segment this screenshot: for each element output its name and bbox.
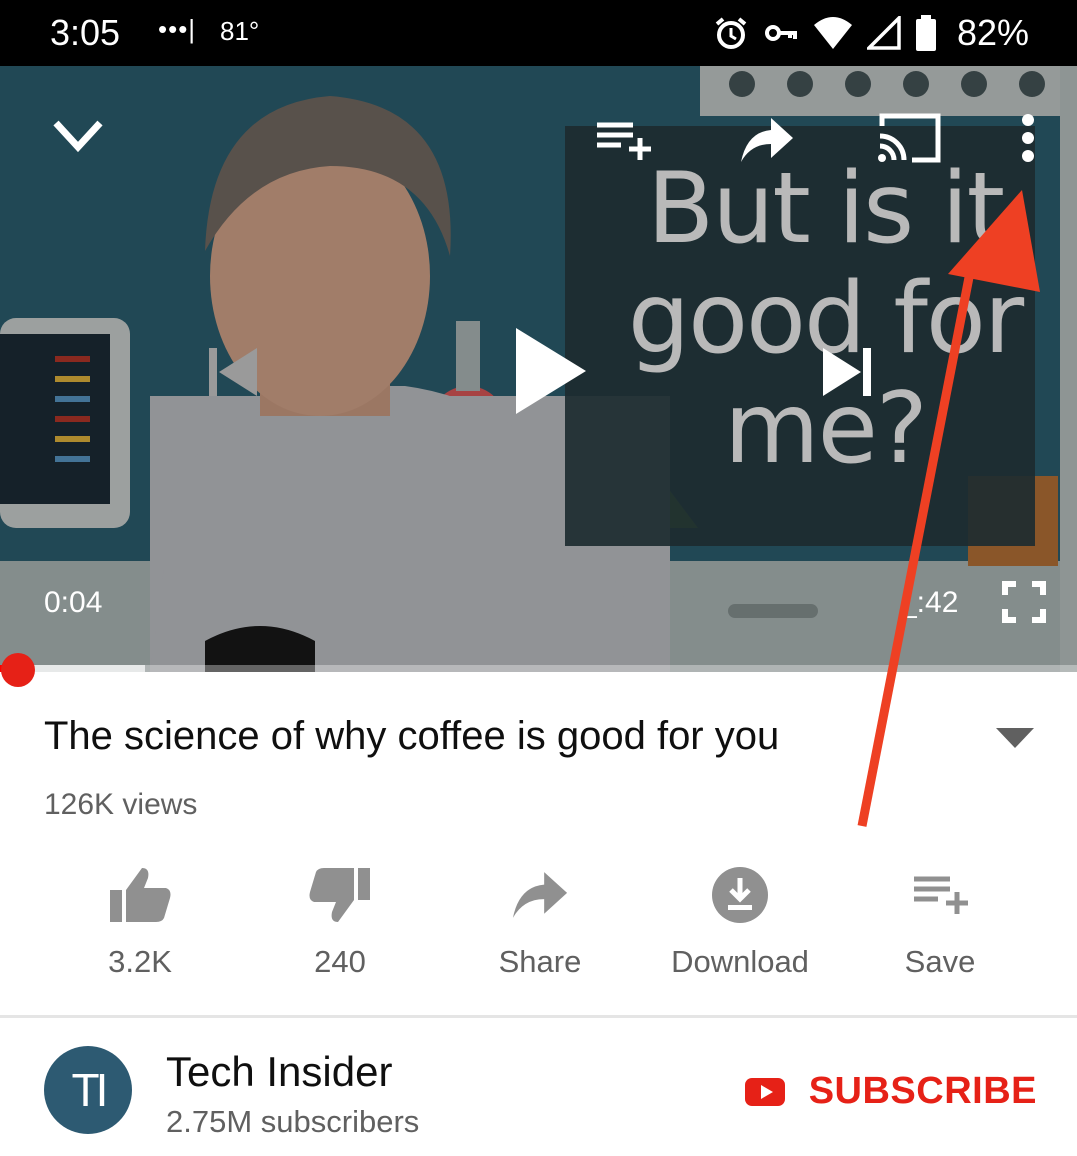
previous-button[interactable] [200, 341, 264, 403]
status-battery: 82% [956, 12, 1029, 53]
next-icon [823, 348, 871, 396]
download-label: Download [671, 944, 809, 979]
progress-scrubber[interactable] [1, 653, 35, 687]
video-player[interactable]: But is it good for me? 0:04 _:42 [0, 66, 1077, 672]
save-button[interactable]: Save [840, 860, 1040, 980]
total-time: _:42 [900, 586, 959, 619]
video-overlay-text: But is it good for me? [627, 152, 1024, 486]
status-time: 3:05 [50, 12, 121, 53]
current-time: 0:04 [44, 586, 103, 619]
subscriber-count: 2.75M subscribers [166, 1104, 420, 1139]
add-to-queue-icon [597, 122, 651, 160]
subscribe-label: SUBSCRIBE [808, 1070, 1037, 1112]
status-temperature: 81° [220, 16, 260, 46]
next-button[interactable] [816, 341, 880, 403]
dislike-count: 240 [314, 944, 366, 979]
channel-row[interactable]: TI Tech Insider 2.75M subscribers SUBSCR… [0, 1018, 1077, 1156]
thumb-up-icon [110, 868, 171, 922]
cast-button[interactable] [874, 110, 944, 166]
download-icon [712, 867, 768, 923]
chevron-down-icon [53, 120, 103, 153]
share-icon [512, 872, 568, 918]
alarm-icon [715, 17, 747, 49]
like-count: 3.2K [108, 944, 172, 979]
battery-icon [916, 15, 936, 51]
view-count: 126K views [44, 788, 198, 821]
video-title: The science of why coffee is good for yo… [44, 714, 780, 758]
share-button[interactable] [737, 114, 797, 166]
expand-description-button[interactable] [996, 728, 1034, 753]
status-icons [713, 14, 937, 52]
thumb-down-icon [309, 868, 370, 922]
subscribe-button[interactable]: SUBSCRIBE [744, 1070, 1037, 1113]
youtube-logo-icon [744, 1077, 785, 1106]
like-button[interactable]: 3.2K [40, 860, 240, 980]
save-label: Save [904, 944, 976, 979]
cast-icon [878, 113, 941, 163]
download-button[interactable]: Download [640, 860, 840, 980]
status-signal: •••| [158, 14, 197, 44]
share-icon [741, 118, 793, 162]
status-bar: 3:05 •••| 81° 82% [0, 0, 1077, 66]
play-button[interactable] [505, 321, 595, 421]
playlist-add-icon [914, 876, 968, 914]
more-vert-icon [1022, 114, 1034, 162]
cell-signal-icon [867, 16, 901, 50]
vpn-key-icon [765, 25, 797, 41]
share-label: Share [498, 944, 582, 979]
wifi-icon [814, 17, 852, 49]
fullscreen-icon [1002, 581, 1046, 623]
channel-name[interactable]: Tech Insider [166, 1048, 392, 1096]
minimize-button[interactable] [48, 116, 108, 156]
more-options-button[interactable] [1008, 110, 1048, 166]
play-icon [516, 328, 586, 414]
add-to-queue-button[interactable] [590, 116, 656, 166]
channel-avatar[interactable]: TI [44, 1046, 132, 1134]
action-bar: 3.2K 240 Share Download Save [0, 860, 1077, 990]
share-action-button[interactable]: Share [440, 860, 640, 980]
caret-down-icon [996, 728, 1034, 748]
progress-bar[interactable] [0, 665, 1077, 672]
fullscreen-button[interactable] [1000, 580, 1048, 624]
dislike-button[interactable]: 240 [240, 860, 440, 980]
previous-icon [209, 348, 257, 396]
